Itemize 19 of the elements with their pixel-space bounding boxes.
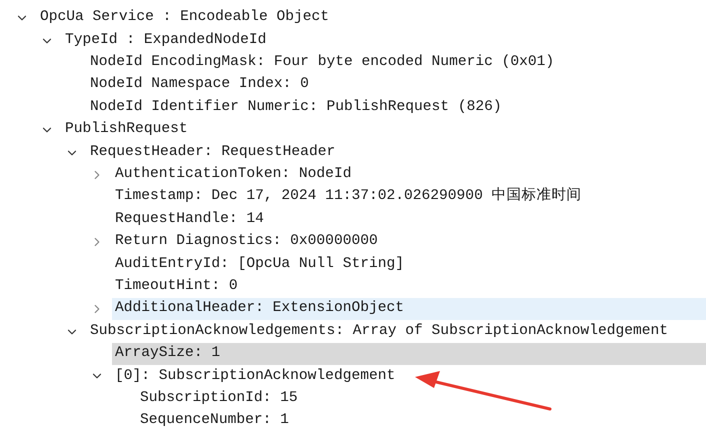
tree-item[interactable]: SequenceNumber: 1 [137, 410, 706, 432]
tree-item[interactable]: NodeId Identifier Numeric: PublishRequest (826) [87, 96, 706, 119]
tree-item[interactable]: Return Diagnostics: 0x00000000 [112, 230, 706, 254]
tree-item[interactable]: RequestHandle: 14 [112, 208, 706, 231]
tree-item[interactable]: PublishRequest [62, 118, 706, 142]
tree-item[interactable]: AuthenticationToken: NodeId [112, 164, 706, 186]
tree-item[interactable]: NodeId Namespace Index: 0 [87, 74, 706, 97]
tree-item[interactable]: ArraySize: 1 [112, 342, 706, 366]
tree-item[interactable]: NodeId EncodingMask: Four byte encoded Numeric (0x01) [87, 52, 706, 74]
tree-item[interactable]: TimeoutHint: 0 [112, 276, 706, 298]
tree-item[interactable]: Timestamp: Dec 17, 2024 11:37:02.026290900 中国标准时间 [112, 186, 706, 209]
tree-item[interactable]: SubscriptionAcknowledgements: Array of SubscriptionAcknowledgement [87, 320, 706, 343]
tree-item[interactable]: RequestHeader: RequestHeader [87, 141, 706, 164]
tree-item[interactable]: AuditEntryId: [OpcUa Null String] [112, 253, 706, 276]
tree-item[interactable]: OpcUa Service : Encodeable Object [37, 7, 706, 30]
tree-item[interactable]: [0]: SubscriptionAcknowledgement [112, 365, 706, 388]
tree-item[interactable]: AdditionalHeader: ExtensionObject [112, 298, 706, 320]
tree-item[interactable]: TypeId : ExpandedNodeId [62, 29, 706, 52]
tree-item[interactable]: SubscriptionId: 15 [137, 388, 706, 410]
